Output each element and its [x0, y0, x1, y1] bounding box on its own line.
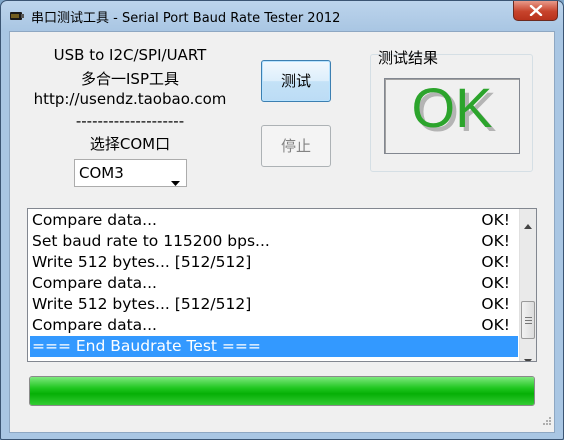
- separator-line: --------------------: [75, 112, 185, 130]
- progress-fill: [30, 377, 534, 405]
- resize-grip-icon[interactable]: [542, 411, 552, 430]
- com-port-select[interactable]: COM3: [74, 159, 187, 187]
- scroll-thumb[interactable]: [521, 301, 535, 339]
- log-row-selected[interactable]: === End Baudrate Test ===: [30, 336, 518, 357]
- app-window: 串口测试工具 - Serial Port Baud Rate Tester 20…: [0, 0, 564, 440]
- product-line-1: USB to I2C/SPI/UART: [53, 46, 207, 64]
- log-message: Set baud rate to 115200 bps...: [32, 232, 270, 250]
- dropdown-arrow-icon: [171, 171, 180, 190]
- stop-button[interactable]: 停止: [261, 125, 331, 167]
- scroll-down-arrow-icon[interactable]: [524, 349, 532, 361]
- log-status: OK!: [481, 274, 510, 292]
- website-url: http://usendz.taobao.com: [33, 90, 227, 108]
- log-message: Write 512 bytes... [512/512]: [32, 295, 252, 313]
- scroll-up-arrow-icon[interactable]: [524, 214, 532, 233]
- result-label: 测试结果: [378, 49, 439, 67]
- log-message: Compare data...: [32, 316, 157, 334]
- result-value: OK: [411, 76, 493, 139]
- log-row[interactable]: Write 512 bytes... [512/512] OK!: [30, 252, 518, 273]
- log-message: Compare data...: [32, 274, 157, 292]
- progress-bar: [29, 376, 535, 406]
- log-listbox[interactable]: Compare data... OK! Set baud rate to 115…: [27, 208, 537, 362]
- client-area: USB to I2C/SPI/UART 多合一ISP工具 http://usen…: [9, 31, 555, 433]
- window-title: 串口测试工具 - Serial Port Baud Rate Tester 20…: [31, 11, 341, 26]
- log-status: OK!: [481, 295, 510, 313]
- log-status: OK!: [481, 253, 510, 271]
- result-display: OK: [384, 76, 520, 154]
- log-row[interactable]: Write 512 bytes... [512/512] OK!: [30, 294, 518, 315]
- log-status: OK!: [481, 316, 510, 334]
- title-bar[interactable]: 串口测试工具 - Serial Port Baud Rate Tester 20…: [1, 1, 563, 31]
- log-row[interactable]: Compare data... OK!: [30, 210, 518, 231]
- com-port-label: 选择COM口: [89, 135, 171, 153]
- log-status: OK!: [481, 232, 510, 250]
- test-button[interactable]: 测试: [261, 60, 331, 102]
- log-row[interactable]: Compare data... OK!: [30, 273, 518, 294]
- log-message: Write 512 bytes... [512/512]: [32, 253, 252, 271]
- app-icon: [9, 8, 25, 22]
- close-button[interactable]: [513, 1, 558, 21]
- log-row[interactable]: Compare data... OK!: [30, 315, 518, 336]
- log-status: OK!: [481, 211, 510, 229]
- log-message: === End Baudrate Test ===: [32, 337, 261, 355]
- product-line-2: 多合一ISP工具: [81, 70, 179, 88]
- log-row[interactable]: Set baud rate to 115200 bps... OK!: [30, 231, 518, 252]
- log-scrollbar[interactable]: [519, 209, 536, 361]
- log-message: Compare data...: [32, 211, 157, 229]
- com-port-value: COM3: [79, 164, 124, 182]
